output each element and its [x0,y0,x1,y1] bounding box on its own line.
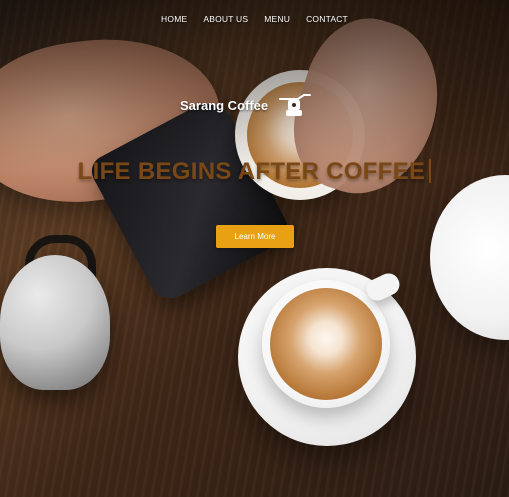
brand-name: Sarang Coffee [180,97,269,113]
coffee-grinder-icon [276,92,316,118]
nav-home-link[interactable]: HOME [161,10,187,28]
milk-jug-image [0,255,110,390]
nav-contact-link[interactable]: CONTACT [306,10,348,28]
brand: Sarang Coffee [180,92,316,118]
nav-menu-link[interactable]: MENU [264,10,290,28]
learn-more-button[interactable]: Learn More [216,225,294,248]
top-nav: HOME ABOUT US MENU CONTACT [0,10,509,28]
hero-section: HOME ABOUT US MENU CONTACT Sarang Coffee… [0,0,509,497]
hero-headline: LIFE BEGINS AFTER COFFEE [0,158,509,186]
hero-headline-text: LIFE BEGINS AFTER COFFEE [77,158,426,185]
typing-cursor [429,159,432,183]
latte-art-bottom-image [270,288,382,400]
nav-about-link[interactable]: ABOUT US [203,10,248,28]
coffee-grinder-icon-svg [279,94,312,116]
